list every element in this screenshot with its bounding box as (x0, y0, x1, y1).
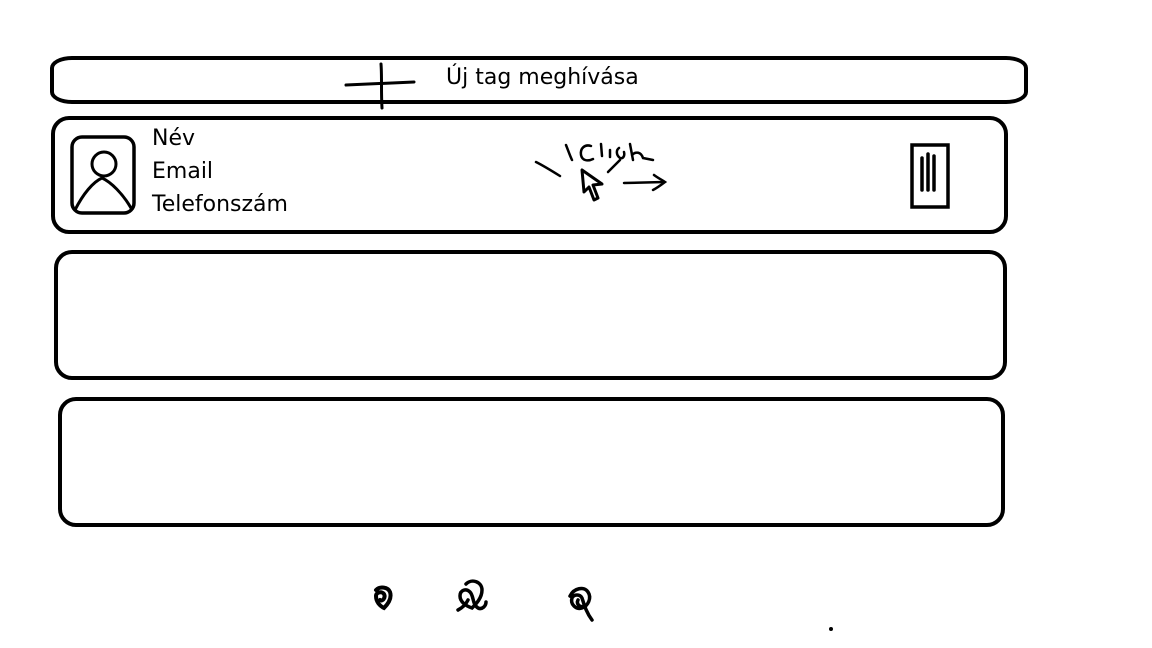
member-name: Név (152, 126, 196, 151)
member-phone: Telefonszám (152, 192, 288, 217)
nav-icon-1[interactable] (368, 582, 396, 612)
plus-icon (344, 62, 416, 110)
user-avatar-icon (70, 135, 136, 215)
nav-icon-2[interactable] (452, 576, 492, 616)
cursor-click-icon (534, 142, 668, 202)
trash-icon[interactable] (908, 142, 952, 210)
member-card[interactable] (58, 397, 1005, 527)
nav-icon-3[interactable] (560, 582, 600, 624)
invite-member-label: Új tag meghívása (446, 65, 639, 90)
member-email: Email (152, 159, 214, 184)
stray-dot (829, 627, 833, 631)
member-card[interactable] (54, 250, 1007, 380)
